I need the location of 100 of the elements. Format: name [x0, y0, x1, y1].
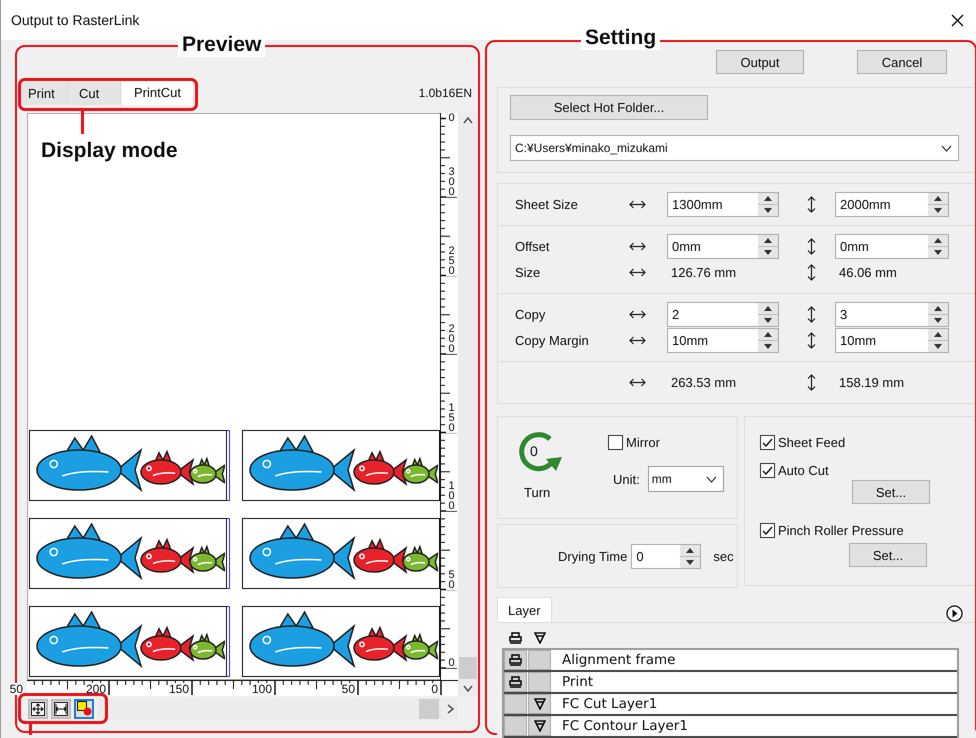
folder-path-dropdown[interactable]: C:¥Users¥minako_mizukami — [510, 135, 959, 161]
vertical-arrow-icon — [807, 264, 816, 280]
set-button[interactable]: Set... — [849, 543, 927, 567]
horizontal-scrollbar[interactable] — [97, 698, 458, 720]
horizontal-arrow-icon — [629, 200, 646, 208]
check-icon — [762, 438, 773, 448]
ruler-label: 50 — [342, 683, 355, 695]
dialog-button[interactable]: Cancel — [857, 50, 947, 74]
ruler-label: 50 — [446, 570, 457, 590]
number-field[interactable]: 1300mm — [667, 192, 779, 216]
layer-name[interactable]: FC Cut Layer1 — [562, 696, 658, 712]
leader-line — [81, 110, 84, 134]
scrollbar-thumb[interactable] — [419, 698, 439, 718]
layer-name[interactable]: Print — [562, 674, 594, 690]
check-icon — [762, 466, 773, 476]
horizontal-arrow-icon — [629, 268, 646, 276]
set-button[interactable]: Set... — [852, 480, 930, 504]
horizontal-arrow-icon — [629, 310, 646, 318]
display-mode-tab[interactable]: Cut — [71, 82, 121, 105]
layer-name[interactable]: Alignment frame — [562, 652, 676, 668]
value-text: 263.53 mm — [670, 374, 738, 390]
unit-text: sec — [713, 548, 734, 564]
checkbox[interactable] — [760, 523, 775, 538]
view-mode-button[interactable] — [28, 698, 48, 718]
vertical-arrow-icon — [807, 306, 816, 322]
horizontal-arrow-icon — [629, 242, 646, 250]
cut-tool-icon — [534, 720, 546, 732]
layer-tab[interactable]: Layer — [497, 597, 552, 622]
vertical-arrow-icon — [807, 374, 816, 390]
checkbox-label: Pinch Roller Pressure — [778, 523, 904, 538]
turn-label: Turn — [523, 485, 550, 500]
checkbox-label: Mirror — [626, 435, 660, 450]
number-field[interactable]: 0mm — [835, 234, 949, 258]
ruler-label: 250 — [446, 246, 457, 276]
printer-icon — [509, 632, 522, 644]
number-field[interactable]: 10mm — [667, 328, 779, 352]
vertical-arrow-icon — [807, 238, 816, 254]
chevron-right-icon[interactable] — [447, 704, 454, 714]
chevron-up-icon[interactable] — [463, 117, 473, 124]
display-mode-tab[interactable]: Print — [20, 82, 70, 105]
value-text: 126.76 mm — [670, 264, 738, 280]
number-field[interactable]: 0 — [631, 544, 702, 568]
ruler-label: 0 — [446, 113, 457, 123]
cut-toggle[interactable] — [528, 650, 551, 670]
number-field[interactable]: 2000mm — [835, 192, 949, 216]
select-folder-button[interactable]: Select Hot Folder... — [510, 95, 708, 120]
annotation-label: Preview — [178, 33, 266, 57]
number-field[interactable]: 10mm — [835, 328, 949, 352]
print-toggle[interactable] — [504, 672, 527, 692]
ruler-label: 200 — [446, 324, 457, 354]
cut-toggle[interactable] — [528, 672, 551, 692]
horizontal-arrow-icon — [629, 378, 646, 386]
spinner-arrows-icon[interactable] — [758, 302, 778, 326]
spinner-arrows-icon[interactable] — [928, 328, 948, 352]
ruler-label: 0 — [431, 683, 438, 695]
rotation-value: 0 — [530, 443, 538, 459]
dialog-button[interactable]: Output — [716, 50, 804, 74]
view-mode-button[interactable] — [74, 698, 94, 718]
unit-dropdown[interactable]: mm — [648, 466, 724, 492]
vertical-arrow-icon — [807, 332, 816, 348]
ruler-label: 150 — [446, 402, 457, 432]
cut-tool-icon — [534, 632, 546, 644]
field-label: Size — [515, 264, 542, 280]
cut-tool-icon — [534, 698, 546, 710]
cut-toggle[interactable] — [528, 694, 551, 714]
checkbox[interactable] — [760, 435, 775, 450]
close-icon[interactable] — [951, 14, 964, 26]
drying-time-label: Drying Time — [558, 548, 628, 564]
display-mode-tab[interactable]: PrintCut — [122, 80, 194, 105]
spinner-arrows-icon[interactable] — [758, 328, 778, 352]
print-toggle[interactable] — [504, 716, 527, 736]
spinner-arrows-icon[interactable] — [928, 192, 948, 216]
vertical-arrow-icon — [807, 196, 816, 212]
ruler-label: 0 — [446, 658, 457, 668]
field-label: Copy — [515, 306, 546, 322]
vertical-scrollbar[interactable] — [458, 113, 478, 696]
value-text: 46.06 mm — [838, 264, 898, 280]
spinner-arrows-icon[interactable] — [758, 192, 778, 216]
checkbox[interactable] — [608, 435, 623, 450]
number-field[interactable]: 3 — [835, 302, 949, 326]
number-field[interactable]: 2 — [667, 302, 779, 326]
view-mode-button[interactable] — [51, 698, 71, 718]
annotation-label: Setting — [581, 26, 660, 50]
play-circle-icon[interactable] — [946, 605, 963, 622]
scrollbar-thumb[interactable] — [459, 657, 477, 679]
number-field[interactable]: 0mm — [667, 234, 779, 258]
spinner-arrows-icon[interactable] — [680, 544, 700, 568]
print-toggle[interactable] — [504, 694, 527, 714]
printer-icon — [509, 676, 522, 688]
spinner-arrows-icon[interactable] — [758, 234, 778, 258]
spinner-arrows-icon[interactable] — [928, 234, 948, 258]
checkbox[interactable] — [760, 463, 775, 478]
print-toggle[interactable] — [504, 650, 527, 670]
chevron-down-icon[interactable] — [463, 685, 473, 692]
spinner-arrows-icon[interactable] — [928, 302, 948, 326]
cut-toggle[interactable] — [528, 716, 551, 736]
fit-width-icon — [54, 702, 68, 716]
version-label: 1.0b16EN — [418, 86, 472, 100]
unit-label: Unit: — [613, 472, 640, 486]
layer-name[interactable]: FC Contour Layer1 — [562, 718, 688, 734]
